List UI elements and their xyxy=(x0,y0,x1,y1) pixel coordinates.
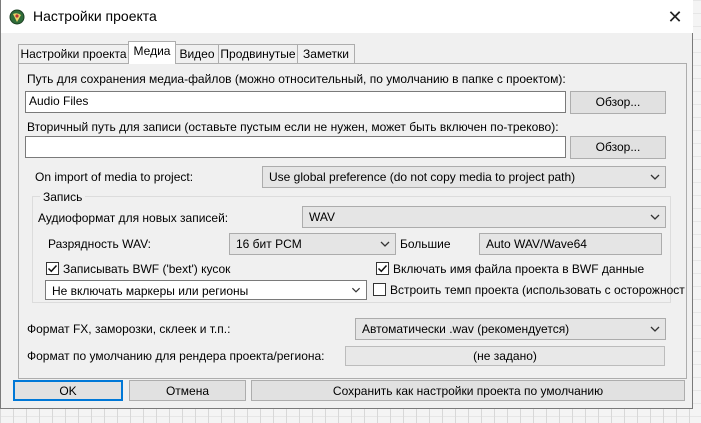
close-icon[interactable]: ✕ xyxy=(661,5,689,29)
include-project-name-label: Включать имя файла проекта в BWF данные xyxy=(393,262,645,276)
large-files-label: Большие xyxy=(400,237,451,251)
fx-format-label: Формат FX, заморозки, склеек и т.п.: xyxy=(27,322,231,336)
media-path-input[interactable]: Audio Files xyxy=(25,91,566,113)
large-files-value: Auto WAV/Wave64 xyxy=(486,237,587,251)
chevron-down-icon xyxy=(351,287,361,293)
media-path-label: Путь для сохранения медиа-файлов (можно … xyxy=(27,72,566,86)
import-media-label: On import of media to project: xyxy=(35,170,194,184)
import-media-select[interactable]: Use global preference (do not copy media… xyxy=(262,166,666,188)
large-files-select[interactable]: Auto WAV/Wave64 xyxy=(479,233,662,255)
record-format-value: WAV xyxy=(309,210,335,224)
fx-format-select[interactable]: Автоматически .wav (рекомендуется) xyxy=(355,318,666,340)
reaper-app-icon xyxy=(9,9,25,25)
secondary-path-input[interactable] xyxy=(25,136,566,158)
tab-label: Медиа xyxy=(133,44,171,58)
chevron-down-icon xyxy=(650,174,660,180)
render-format-label: Формат по умолчанию для рендера проекта/… xyxy=(27,349,325,363)
tab-notes[interactable]: Заметки xyxy=(297,44,355,63)
tab-advanced[interactable]: Продвинутые xyxy=(218,44,298,63)
record-format-select[interactable]: WAV xyxy=(302,206,666,228)
bwf-checkbox-label: Записывать BWF ('bext') кусок xyxy=(63,262,231,276)
embed-tempo-label: Встроить темп проекта (использовать с ос… xyxy=(390,283,685,297)
tab-label: Видео xyxy=(179,47,215,61)
wav-bitdepth-value: 16 бит PCM xyxy=(236,237,302,251)
checkmark-icon xyxy=(377,264,388,273)
tab-media[interactable]: Медиа xyxy=(128,41,176,64)
chevron-down-icon xyxy=(650,326,660,332)
tab-label: Продвинутые xyxy=(220,47,296,61)
wav-bitdepth-label: Разрядность WAV: xyxy=(48,237,151,251)
record-format-label: Аудиоформат для новых записей: xyxy=(38,211,229,225)
tab-video[interactable]: Видео xyxy=(175,44,219,63)
tab-label: Заметки xyxy=(303,47,349,61)
tab-label: Настройки проекта xyxy=(20,47,127,61)
bwf-checkbox[interactable] xyxy=(46,262,59,275)
browse-media-path-button[interactable]: Обзор... xyxy=(570,91,666,114)
fx-format-value: Автоматически .wav (рекомендуется) xyxy=(362,322,570,336)
record-group-title: Запись xyxy=(40,190,86,204)
wav-bitdepth-select[interactable]: 16 бит PCM xyxy=(229,233,396,255)
secondary-path-label: Вторичный путь для записи (оставьте пуст… xyxy=(27,120,559,134)
ok-button[interactable]: OK xyxy=(13,380,123,401)
tab-project-settings[interactable]: Настройки проекта xyxy=(18,44,129,63)
chevron-down-icon xyxy=(650,214,660,220)
chevron-down-icon xyxy=(380,241,390,247)
window-title: Настройки проекта xyxy=(33,8,157,24)
browse-secondary-path-button[interactable]: Обзор... xyxy=(570,136,666,159)
save-as-default-button[interactable]: Сохранить как настройки проекта по умолч… xyxy=(251,380,685,401)
project-settings-dialog: Настройки проекта ✕ Настройки проекта Ме… xyxy=(0,0,693,409)
embed-tempo-checkbox[interactable] xyxy=(373,283,386,296)
include-project-name-checkbox[interactable] xyxy=(376,262,389,275)
cancel-button[interactable]: Отмена xyxy=(129,380,246,401)
import-media-value: Use global preference (do not copy media… xyxy=(269,170,576,184)
title-bar: Настройки проекта ✕ xyxy=(1,0,693,33)
checkmark-icon xyxy=(47,264,58,273)
render-format-button[interactable]: (не задано) xyxy=(345,346,665,366)
markers-select[interactable]: Не включать маркеры или регионы xyxy=(45,280,367,300)
markers-value: Не включать маркеры или регионы xyxy=(52,284,249,298)
